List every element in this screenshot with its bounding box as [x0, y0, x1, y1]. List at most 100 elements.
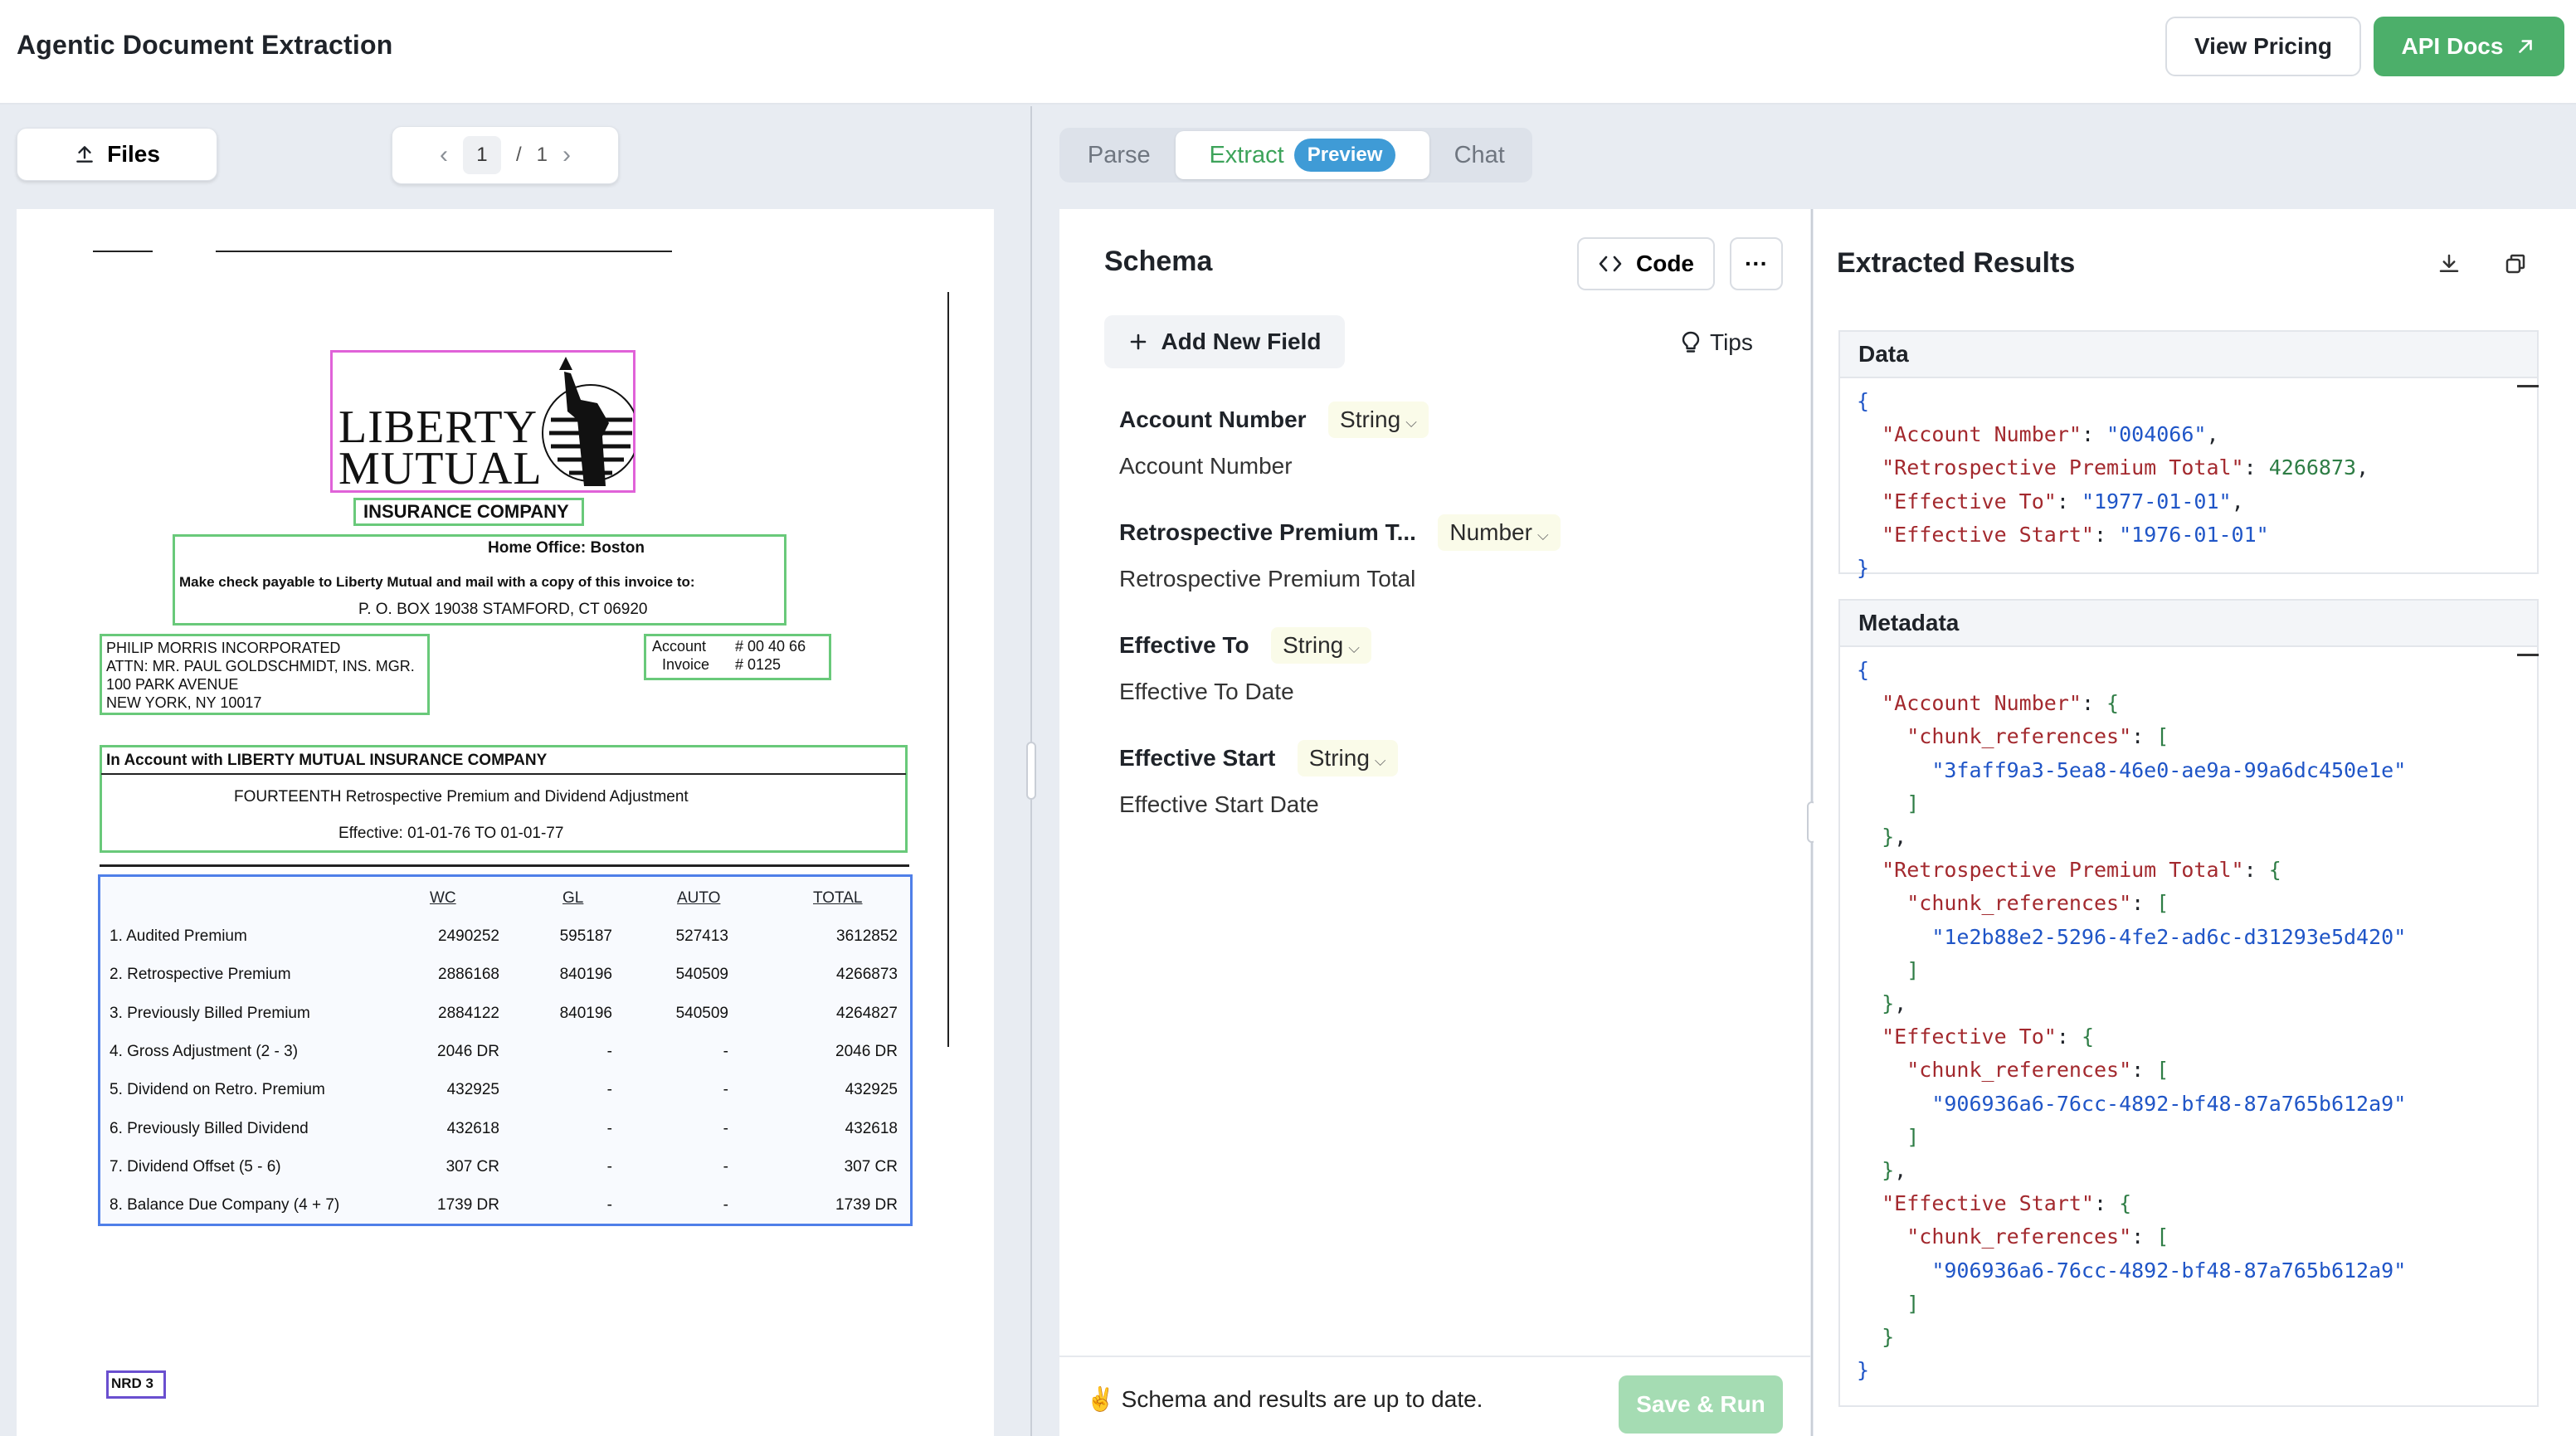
- field-description[interactable]: Account Number: [1119, 453, 1766, 479]
- upload-icon: [76, 146, 93, 163]
- data-json: { "Account Number": "004066", "Retrospec…: [1857, 389, 2369, 581]
- table-cell: 2046 DR: [835, 1042, 898, 1060]
- current-page[interactable]: 1: [462, 136, 501, 174]
- view-pricing-button[interactable]: View Pricing: [2165, 17, 2361, 76]
- table-row-label: 8. Balance Due Company (4 + 7): [110, 1196, 340, 1215]
- table-cell: 2884122: [438, 1004, 499, 1022]
- lightbulb-icon: [1682, 331, 1700, 353]
- table-cell: -: [723, 1119, 728, 1137]
- chevron-down-icon: ⌵: [1405, 414, 1417, 431]
- chevron-left-icon[interactable]: ‹: [440, 141, 448, 169]
- json-key: "Account Number": [1882, 422, 2082, 447]
- table-row-label: 6. Previously Billed Dividend: [110, 1119, 309, 1137]
- table-cell: 4266873: [836, 966, 898, 984]
- column-header: GL: [562, 889, 584, 907]
- download-button[interactable]: [2432, 247, 2466, 280]
- scan-line: [93, 251, 153, 252]
- json-key: "chunk_references": [1906, 891, 2132, 916]
- schema-panel: Schema Code ··· Add New Field Tips Accou…: [1059, 209, 1810, 1436]
- add-new-field-button[interactable]: Add New Field: [1104, 315, 1345, 368]
- tab-extract[interactable]: Extract Preview: [1175, 131, 1430, 179]
- table-row-label: 5. Dividend on Retro. Premium: [110, 1081, 325, 1099]
- results-panel: Extracted Results Data { "Account Number…: [1814, 209, 2576, 1436]
- code-label: Code: [1636, 251, 1694, 276]
- table-cell: 432925: [845, 1081, 898, 1099]
- statue-of-liberty-icon: [542, 357, 634, 486]
- field-type-select[interactable]: String ⌵: [1271, 627, 1371, 664]
- table-row-label: 4. Gross Adjustment (2 - 3): [110, 1042, 299, 1060]
- preview-badge: Preview: [1293, 139, 1396, 172]
- table-cell: 432618: [446, 1119, 499, 1137]
- field-description[interactable]: Effective Start Date: [1119, 791, 1766, 818]
- files-button[interactable]: Files: [17, 128, 217, 181]
- resize-handle[interactable]: [1026, 742, 1036, 800]
- code-icon: [1599, 256, 1622, 272]
- json-value: 4266873: [2268, 455, 2357, 480]
- json-key: "Retrospective Premium Total": [1882, 455, 2244, 480]
- table-cell: 4264827: [836, 1004, 898, 1022]
- plus-icon: [1130, 333, 1146, 350]
- account-label: Account: [652, 638, 707, 655]
- json-key: "chunk_references": [1906, 724, 2132, 749]
- tab-parse[interactable]: Parse: [1063, 131, 1176, 179]
- field-name: Retrospective Premium T...: [1119, 519, 1416, 545]
- copy-button[interactable]: [2499, 247, 2532, 280]
- save-and-run-button[interactable]: Save & Run: [1619, 1375, 1783, 1434]
- scan-line: [216, 251, 672, 252]
- chevron-down-icon: ⌵: [1348, 640, 1360, 656]
- field-description[interactable]: Effective To Date: [1119, 679, 1766, 705]
- field-description[interactable]: Retrospective Premium Total: [1119, 566, 1766, 592]
- table-cell: -: [606, 1081, 612, 1099]
- chevron-right-icon[interactable]: ›: [562, 141, 571, 169]
- schema-field[interactable]: Account Number String ⌵ Account Number: [1119, 402, 1766, 479]
- field-type-select[interactable]: Number ⌵: [1438, 514, 1561, 551]
- collapse-icon[interactable]: [2517, 385, 2539, 387]
- external-link-icon: [2519, 40, 2533, 53]
- field-type-select[interactable]: String ⌵: [1297, 740, 1398, 776]
- field-type: String: [1308, 745, 1370, 771]
- json-value: "004066": [2106, 422, 2207, 447]
- download-icon: [2439, 254, 2459, 272]
- table-cell: 307 CR: [446, 1157, 499, 1176]
- chevron-down-icon: ⌵: [1374, 752, 1386, 769]
- code-button[interactable]: Code: [1577, 237, 1715, 290]
- schema-field[interactable]: Retrospective Premium T... Number ⌵ Retro…: [1119, 514, 1766, 592]
- table-cell: 540509: [675, 1004, 728, 1022]
- field-type-select[interactable]: String ⌵: [1328, 402, 1429, 438]
- address-line: ATTN: MR. PAUL GOLDSCHMIDT, INS. MGR.: [106, 658, 415, 674]
- company-name: INSURANCE COMPANY: [363, 501, 569, 522]
- field-type: String: [1340, 406, 1401, 432]
- json-key: "Effective To": [1882, 489, 2057, 514]
- address-block: PHILIP MORRIS INCORPORATED ATTN: MR. PAU…: [106, 639, 415, 712]
- table-cell: -: [723, 1081, 728, 1099]
- logo-wordmark: LIBERTY MUTUAL: [338, 402, 543, 492]
- api-docs-button[interactable]: API Docs: [2374, 17, 2564, 76]
- in-account-line: In Account with LIBERTY MUTUAL INSURANCE…: [106, 752, 548, 769]
- column-header: WC: [430, 889, 456, 907]
- metadata-json-header[interactable]: Metadata: [1840, 601, 2539, 656]
- data-json-header[interactable]: Data: [1840, 332, 2539, 387]
- home-office: Home Office: Boston: [488, 539, 645, 557]
- effective-line: Effective: 01-01-76 TO 01-01-77: [338, 825, 564, 842]
- rule: [101, 773, 906, 775]
- tips-button[interactable]: Tips: [1680, 320, 1753, 365]
- table-cell: 432618: [845, 1119, 898, 1137]
- data-json-card: Data { "Account Number": "004066", "Retr…: [1838, 330, 2539, 580]
- table-cell: 1739 DR: [835, 1196, 898, 1215]
- page-navigator: ‹ 1 / 1 ›: [392, 126, 619, 184]
- view-tabs: Parse Extract Preview Chat: [1059, 128, 1532, 183]
- schema-field[interactable]: Effective Start String ⌵ Effective Start …: [1119, 740, 1766, 818]
- add-new-field-label: Add New Field: [1161, 329, 1322, 354]
- page-separator: /: [515, 144, 522, 166]
- logo-line-1: LIBERTY: [338, 402, 538, 453]
- table-row-label: 1. Audited Premium: [110, 927, 247, 945]
- table-cell: -: [723, 1042, 728, 1060]
- collapse-icon[interactable]: [2517, 654, 2539, 656]
- column-header: TOTAL: [813, 889, 863, 907]
- tab-chat[interactable]: Chat: [1429, 131, 1529, 179]
- chunk-reference: "906936a6-76cc-4892-bf48-87a765b612a9": [1931, 1091, 2407, 1116]
- more-options-button[interactable]: ···: [1730, 237, 1783, 290]
- table-cell: -: [606, 1196, 612, 1215]
- table-cell: 307 CR: [844, 1157, 898, 1176]
- schema-field[interactable]: Effective To String ⌵ Effective To Date: [1119, 627, 1766, 705]
